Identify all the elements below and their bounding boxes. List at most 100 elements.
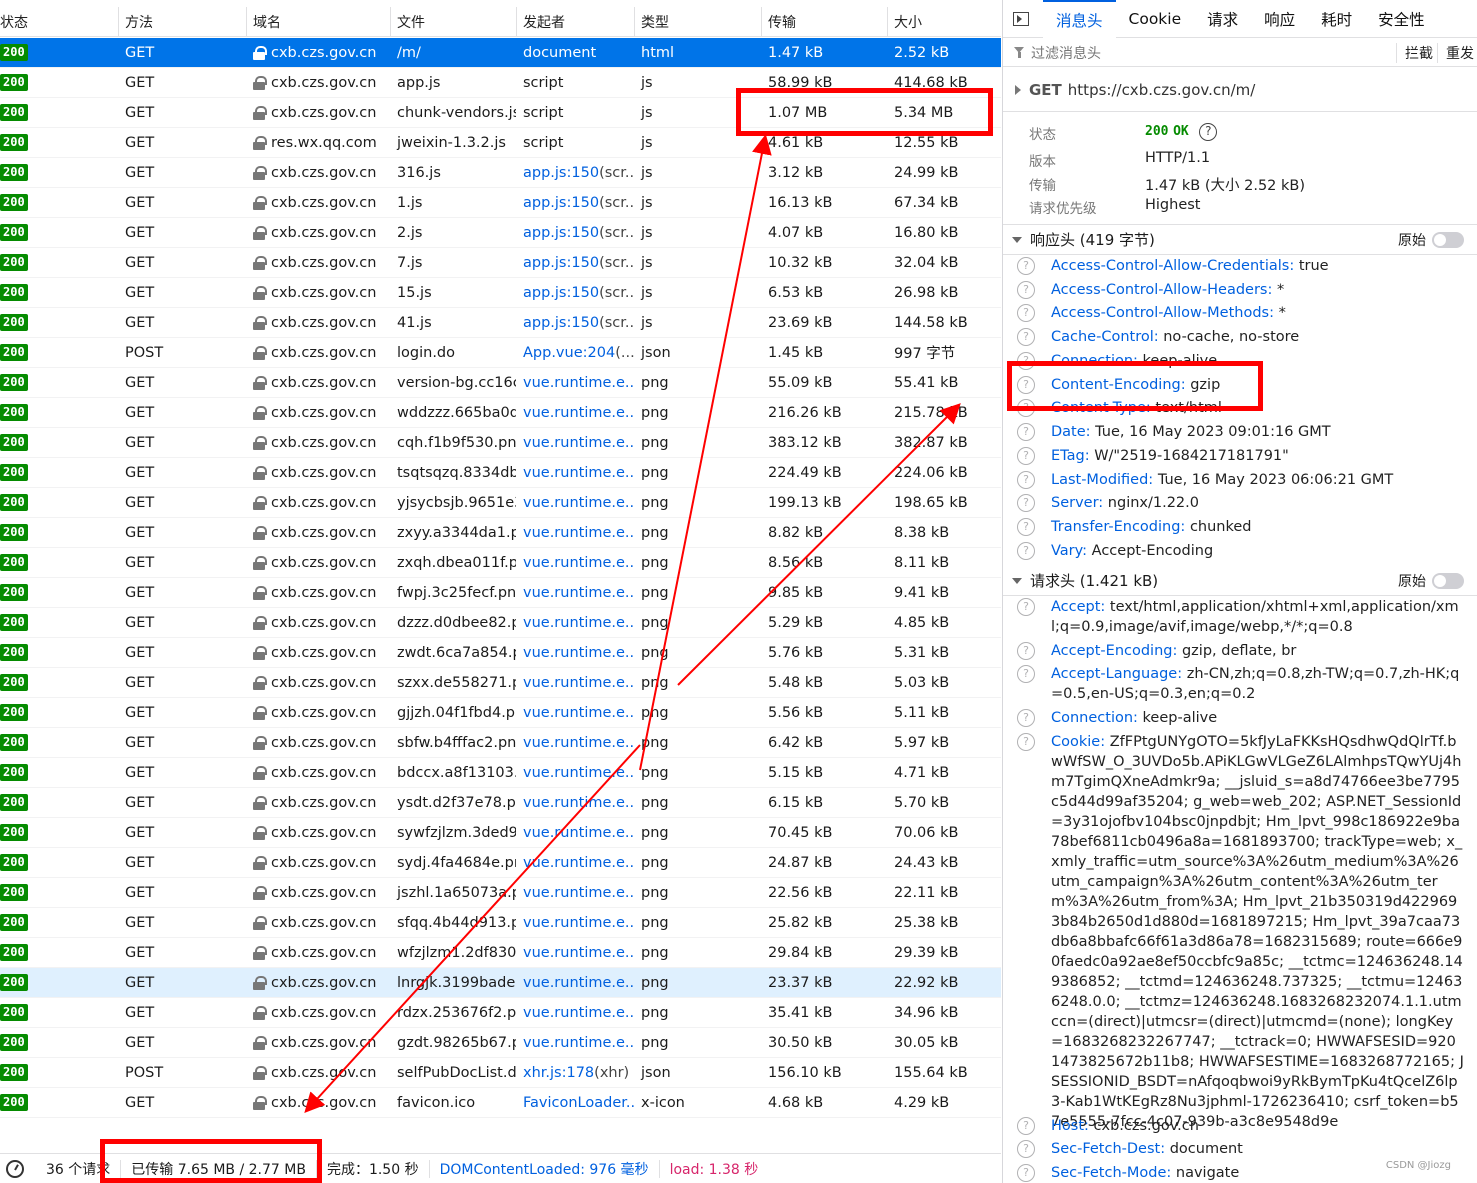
raw-response-toggle[interactable] bbox=[1432, 231, 1464, 248]
initiator-link[interactable]: app.js:150 bbox=[523, 255, 599, 271]
initiator-link[interactable]: App.vue:204 bbox=[523, 345, 615, 361]
header-entry[interactable]: ? Access-Control-Allow-Headers: * bbox=[1017, 280, 1465, 300]
table-row[interactable]: 200 GET cxb.czs.gov.cn ysdt.d2f37e78.png vue… bbox=[0, 788, 1001, 818]
col-header-domain[interactable]: 域名 bbox=[246, 7, 390, 36]
initiator-link[interactable]: vue.runtime.e... bbox=[523, 885, 634, 901]
header-help-icon[interactable]: ? bbox=[1017, 1140, 1035, 1158]
header-help-icon[interactable]: ? bbox=[1017, 1117, 1035, 1135]
request-headers-section[interactable]: 请求头 (1.421 kB) 原始 bbox=[1003, 566, 1477, 596]
header-help-icon[interactable]: ? bbox=[1017, 1164, 1035, 1182]
table-row[interactable]: 200 GET cxb.czs.gov.cn rdzx.253676f2.png vue… bbox=[0, 998, 1001, 1028]
header-help-icon[interactable]: ? bbox=[1017, 304, 1035, 322]
table-row[interactable]: 200 GET cxb.czs.gov.cn tsqtsqzq.8334db8 vue.… bbox=[0, 458, 1001, 488]
tab-timings[interactable]: 耗时 bbox=[1308, 0, 1365, 38]
header-entry[interactable]: ? Date: Tue, 16 May 2023 09:01:16 GMT bbox=[1017, 422, 1465, 442]
table-row[interactable]: 200 GET cxb.czs.gov.cn/m/document html 1.47 … bbox=[0, 38, 1001, 68]
initiator-link[interactable]: vue.runtime.e... bbox=[523, 855, 634, 871]
initiator-link[interactable]: vue.runtime.e... bbox=[523, 645, 634, 661]
header-help-icon[interactable]: ? bbox=[1017, 665, 1035, 683]
initiator-link[interactable]: app.js:150 bbox=[523, 225, 599, 241]
header-help-icon[interactable]: ? bbox=[1017, 598, 1035, 616]
header-entry[interactable]: ? Server: nginx/1.22.0 bbox=[1017, 493, 1465, 513]
table-row[interactable]: 200 POST cxb.czs.gov.cn login.do App.vue:204… bbox=[0, 338, 1001, 368]
table-row[interactable]: 200 GET cxb.czs.gov.cn jszhl.1a65073a.png vu… bbox=[0, 878, 1001, 908]
initiator-link[interactable]: vue.runtime.e... bbox=[523, 435, 634, 451]
header-help-icon[interactable]: ? bbox=[1017, 709, 1035, 727]
header-entry[interactable]: ? Connection: keep-alive bbox=[1017, 708, 1465, 728]
resend-button[interactable]: 重发 bbox=[1437, 43, 1477, 63]
initiator-link[interactable]: vue.runtime.e... bbox=[523, 1035, 634, 1051]
initiator-link[interactable]: vue.runtime.e... bbox=[523, 495, 634, 511]
filter-headers-input[interactable]: 过滤消息头 bbox=[1031, 43, 1101, 63]
initiator-link[interactable]: vue.runtime.e... bbox=[523, 615, 634, 631]
table-row[interactable]: 200 GET cxb.czs.gov.cn bdccx.a8f13103.pr vue… bbox=[0, 758, 1001, 788]
header-help-icon[interactable]: ? bbox=[1017, 447, 1035, 465]
initiator-link[interactable]: app.js:150 bbox=[523, 195, 599, 211]
initiator-link[interactable]: vue.runtime.e... bbox=[523, 525, 634, 541]
table-row[interactable]: 200 GET cxb.czs.gov.cn 7.js app.js:150 (scr.… bbox=[0, 248, 1001, 278]
table-row[interactable]: 200 GET cxb.czs.gov.cn sbfw.b4fffac2.png vue… bbox=[0, 728, 1001, 758]
initiator-link[interactable]: vue.runtime.e... bbox=[523, 375, 634, 391]
block-button[interactable]: 拦截 bbox=[1396, 43, 1437, 63]
header-entry[interactable]: ? Cookie: ZfFPtgUNYgOTO=5kfJyLaFKKsHQsdhw… bbox=[1017, 732, 1465, 1132]
table-row[interactable]: 200 GET cxb.czs.gov.cn 41.js app.js:150 (scr… bbox=[0, 308, 1001, 338]
collapse-arrow-icon[interactable] bbox=[1012, 577, 1022, 584]
initiator-link[interactable]: vue.runtime.e... bbox=[523, 675, 634, 691]
header-entry[interactable]: ? Accept-Encoding: gzip, deflate, br bbox=[1017, 641, 1465, 661]
header-entry[interactable]: ? Vary: Accept-Encoding bbox=[1017, 541, 1465, 561]
initiator-link[interactable]: app.js:150 bbox=[523, 315, 599, 331]
table-row[interactable]: 200 GET cxb.czs.gov.cn fwpj.3c25fecf.png vue… bbox=[0, 578, 1001, 608]
table-row[interactable]: 200 GET cxb.czs.gov.cn cqh.f1b9f530.png vue.… bbox=[0, 428, 1001, 458]
table-row[interactable]: 200 GET cxb.czs.gov.cn sydj.4fa4684e.png vue… bbox=[0, 848, 1001, 878]
tab-response[interactable]: 响应 bbox=[1251, 0, 1308, 38]
header-help-icon[interactable]: ? bbox=[1017, 733, 1035, 751]
initiator-link[interactable]: FaviconLoader... bbox=[523, 1095, 634, 1111]
table-row[interactable]: 200 GET cxb.czs.gov.cn 2.js app.js:150 (scr.… bbox=[0, 218, 1001, 248]
header-help-icon[interactable]: ? bbox=[1017, 518, 1035, 536]
raw-request-toggle[interactable] bbox=[1432, 572, 1464, 589]
table-row[interactable]: 200 POST cxb.czs.gov.cn selfPubDocList.do xh… bbox=[0, 1058, 1001, 1088]
initiator-link[interactable]: vue.runtime.e... bbox=[523, 1005, 634, 1021]
initiator-link[interactable]: vue.runtime.e... bbox=[523, 975, 634, 991]
table-row[interactable]: 200 GET cxb.czs.gov.cn sfqq.4b44d913.pn vue.… bbox=[0, 908, 1001, 938]
header-help-icon[interactable]: ? bbox=[1017, 328, 1035, 346]
col-header-type[interactable]: 类型 bbox=[634, 7, 761, 36]
table-row[interactable]: 200 GET cxb.czs.gov.cn dzzz.d0dbee82.pn vue.… bbox=[0, 608, 1001, 638]
table-row[interactable]: 200 GET cxb.czs.gov.cn zxyy.a3344da1.png vue… bbox=[0, 518, 1001, 548]
table-row[interactable]: 200 GET cxb.czs.gov.cn zxqh.dbea011f.png vue… bbox=[0, 548, 1001, 578]
col-header-transferred[interactable]: 传输 bbox=[761, 7, 887, 36]
header-entry[interactable]: ? Transfer-Encoding: chunked bbox=[1017, 517, 1465, 537]
performance-clock-icon[interactable] bbox=[6, 1159, 24, 1178]
status-help-icon[interactable]: ? bbox=[1199, 123, 1218, 141]
initiator-link[interactable]: vue.runtime.e... bbox=[523, 735, 634, 751]
header-entry[interactable]: ? Sec-Fetch-Dest: document bbox=[1017, 1139, 1465, 1159]
table-row[interactable]: 200 GET cxb.czs.gov.cn yjsycbsjb.9651e31 vue… bbox=[0, 488, 1001, 518]
expand-arrow-icon[interactable] bbox=[1015, 84, 1021, 95]
tab-headers[interactable]: 消息头 bbox=[1043, 0, 1116, 38]
col-header-size[interactable]: 大小 bbox=[887, 7, 1001, 36]
header-help-icon[interactable]: ? bbox=[1017, 257, 1035, 275]
initiator-link[interactable]: vue.runtime.e... bbox=[523, 585, 634, 601]
initiator-link[interactable]: vue.runtime.e... bbox=[523, 555, 634, 571]
table-row[interactable]: 200 GET cxb.czs.gov.cn 316.js app.js:150 (sc… bbox=[0, 158, 1001, 188]
tab-request[interactable]: 请求 bbox=[1194, 0, 1251, 38]
header-help-icon[interactable]: ? bbox=[1017, 281, 1035, 299]
initiator-link[interactable]: vue.runtime.e... bbox=[523, 915, 634, 931]
tab-cookie[interactable]: Cookie bbox=[1116, 0, 1195, 38]
toggle-sidebar-icon[interactable] bbox=[1013, 11, 1029, 26]
initiator-link[interactable]: app.js:150 bbox=[523, 165, 599, 181]
table-row[interactable]: 200 GET cxb.czs.gov.cn lnrgjk.3199bade.p vue… bbox=[0, 968, 1001, 998]
header-entry[interactable]: ? Last-Modified: Tue, 16 May 2023 06:06:2… bbox=[1017, 470, 1465, 490]
response-headers-section[interactable]: 响应头 (419 字节) 原始 bbox=[1003, 225, 1477, 255]
request-url-line[interactable]: GET https://cxb.czs.gov.cn/m/ bbox=[1003, 68, 1477, 112]
col-header-method[interactable]: 方法 bbox=[118, 7, 246, 36]
header-help-icon[interactable]: ? bbox=[1017, 542, 1035, 560]
initiator-link[interactable]: vue.runtime.e... bbox=[523, 765, 634, 781]
col-header-status[interactable]: 状态 bbox=[0, 7, 118, 36]
table-row[interactable]: 200 GET cxb.czs.gov.cn szxx.de558271.png vue… bbox=[0, 668, 1001, 698]
table-row[interactable]: 200 GET cxb.czs.gov.cn favicon.ico FaviconLo… bbox=[0, 1088, 1001, 1118]
header-help-icon[interactable]: ? bbox=[1017, 471, 1035, 489]
initiator-link[interactable]: vue.runtime.e... bbox=[523, 405, 634, 421]
table-row[interactable]: 200 GET cxb.czs.gov.cn 1.js app.js:150 (scr.… bbox=[0, 188, 1001, 218]
initiator-link[interactable]: vue.runtime.e... bbox=[523, 945, 634, 961]
